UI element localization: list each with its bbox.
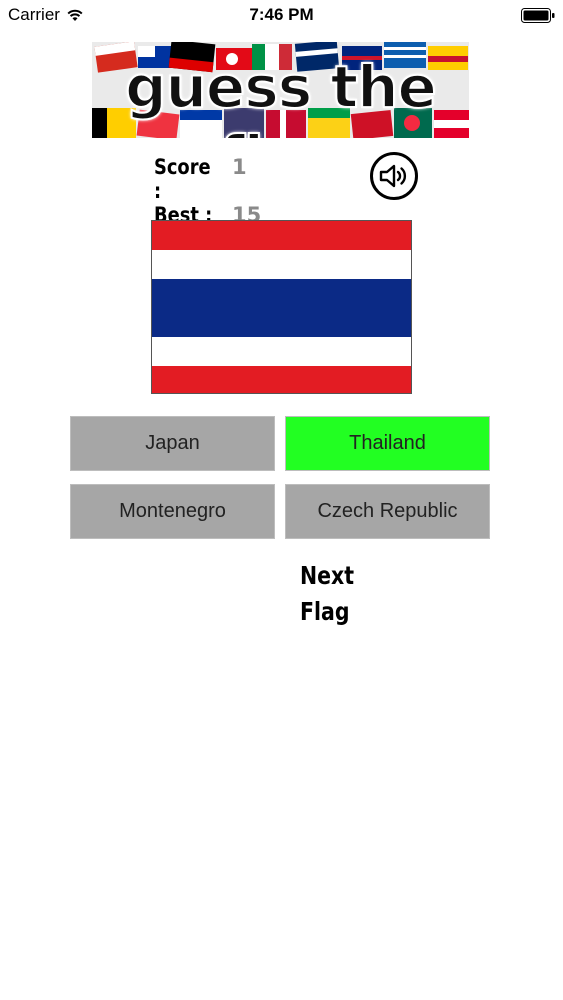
status-bar: Carrier 7:46 PM [0,0,563,30]
flag-stripe [152,221,411,250]
current-score: Score : 1 [154,155,261,203]
battery-icon [521,8,555,23]
score-label: Score : [154,155,211,203]
answer-button-thailand[interactable]: Thailand [285,416,490,471]
app-banner: guess the flag [92,42,469,138]
flag-image [151,220,412,394]
answer-button-montenegro[interactable]: Montenegro [70,484,275,539]
speaker-icon [379,164,407,188]
score-value: 1 [232,155,247,179]
flag-stripe [152,250,411,279]
flag-stripe [152,337,411,366]
answer-button-czech-republic[interactable]: Czech Republic [285,484,490,539]
answer-button-japan[interactable]: Japan [70,416,275,471]
status-time: 7:46 PM [249,5,314,24]
app-title: guess the flag [124,52,438,138]
next-flag-button[interactable]: Next Flag [300,558,407,626]
score-panel: Score : 1 Best : 15 [154,155,261,227]
flag-stripe [152,366,411,393]
sound-toggle-button[interactable] [370,152,418,200]
flag-stripe [152,279,411,337]
